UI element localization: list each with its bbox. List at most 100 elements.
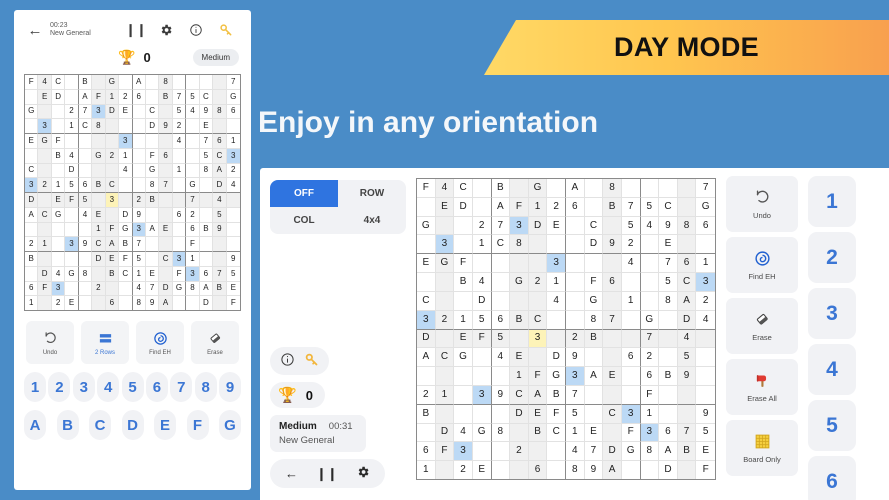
sudoku-cell[interactable]: D: [105, 104, 120, 120]
sudoku-cell[interactable]: [51, 163, 66, 179]
sudoku-cell[interactable]: 6: [226, 104, 240, 120]
sudoku-cell[interactable]: C: [510, 385, 529, 405]
pad-1[interactable]: 1: [808, 176, 856, 227]
sudoku-cell[interactable]: 7: [677, 423, 697, 443]
key-A[interactable]: A: [24, 410, 46, 440]
sudoku-cell[interactable]: 5: [696, 423, 715, 443]
pad-6[interactable]: 6: [808, 456, 856, 500]
sudoku-cell[interactable]: [119, 281, 133, 297]
sudoku-cell[interactable]: E: [226, 281, 240, 297]
sudoku-cell[interactable]: B: [51, 148, 66, 164]
sudoku-cell[interactable]: C: [677, 273, 697, 292]
sudoku-cell[interactable]: [132, 178, 146, 193]
sudoku-cell[interactable]: [435, 273, 455, 292]
sudoku-cell[interactable]: 4: [547, 291, 566, 311]
difficulty-badge[interactable]: Medium: [192, 48, 239, 66]
sudoku-cell[interactable]: 2: [25, 237, 39, 252]
back-arrow-icon[interactable]: ←: [22, 22, 48, 39]
sudoku-cell[interactable]: G: [92, 148, 106, 164]
sudoku-cell[interactable]: 1: [25, 296, 39, 310]
sudoku-cell[interactable]: C: [454, 179, 473, 198]
sudoku-cell[interactable]: B: [659, 367, 678, 386]
sudoku-cell[interactable]: 2: [528, 273, 548, 292]
sudoku-cell[interactable]: [145, 237, 160, 252]
sudoku-cell[interactable]: 6: [172, 207, 187, 223]
sudoku-cell[interactable]: G: [640, 310, 660, 330]
sudoku-cell[interactable]: 1: [417, 461, 436, 479]
sudoku-cell[interactable]: 7: [132, 237, 146, 252]
sudoku-cell[interactable]: [510, 423, 529, 443]
sudoku-cell[interactable]: [78, 296, 93, 310]
sudoku-cell[interactable]: B: [510, 310, 529, 330]
sudoku-cell[interactable]: C: [159, 252, 173, 267]
sudoku-cell[interactable]: 3: [472, 385, 492, 405]
sudoku-cell[interactable]: [226, 119, 240, 134]
sudoku-cell[interactable]: E: [145, 266, 160, 282]
sudoku-cell[interactable]: [119, 75, 133, 90]
sudoku-cell[interactable]: [659, 329, 678, 349]
sudoku-cell[interactable]: 5: [186, 89, 200, 105]
sudoku-cell[interactable]: [566, 310, 585, 330]
sudoku-cell[interactable]: [417, 235, 436, 255]
sudoku-cell[interactable]: [677, 197, 697, 217]
sudoku-cell[interactable]: [105, 163, 120, 179]
sudoku-cell[interactable]: G: [696, 197, 715, 217]
sudoku-cell[interactable]: 5: [199, 148, 214, 164]
sudoku-cell[interactable]: 8: [132, 296, 146, 310]
sudoku-cell[interactable]: 2: [226, 163, 240, 179]
sudoku-cell[interactable]: [454, 235, 473, 255]
sudoku-cell[interactable]: [172, 148, 187, 164]
sudoku-cell[interactable]: 3: [172, 252, 187, 267]
sudoku-cell[interactable]: [417, 423, 436, 443]
sudoku-cell[interactable]: [132, 163, 146, 179]
sudoku-cell[interactable]: E: [25, 134, 39, 149]
sudoku-cell[interactable]: [65, 222, 79, 238]
sudoku-cell[interactable]: [105, 281, 120, 297]
sudoku-cell[interactable]: [528, 254, 548, 274]
key-B[interactable]: B: [56, 410, 79, 440]
sudoku-cell[interactable]: [472, 442, 492, 462]
sudoku-cell[interactable]: [491, 442, 511, 462]
sudoku-cell[interactable]: B: [417, 404, 436, 424]
sudoku-cell[interactable]: 8: [213, 104, 227, 120]
sudoku-cell[interactable]: [584, 348, 604, 368]
sudoku-cell[interactable]: G: [584, 291, 604, 311]
sudoku-cell[interactable]: G: [25, 104, 39, 120]
sudoku-cell[interactable]: 4: [696, 310, 715, 330]
sudoku-cell[interactable]: 1: [172, 163, 187, 179]
pad-4[interactable]: 4: [808, 344, 856, 395]
sudoku-cell[interactable]: [186, 119, 200, 134]
sudoku-cell[interactable]: C: [528, 310, 548, 330]
sudoku-cell[interactable]: [603, 216, 622, 236]
sudoku-cell[interactable]: 7: [213, 266, 227, 282]
sudoku-cell[interactable]: E: [528, 404, 548, 424]
sudoku-cell[interactable]: [454, 291, 473, 311]
sudoku-cell[interactable]: [159, 104, 173, 120]
tool-find-eh-button[interactable]: Find EH: [136, 321, 184, 364]
key-C[interactable]: C: [89, 410, 111, 440]
sudoku-cell[interactable]: [435, 329, 455, 349]
sudoku-cell[interactable]: [491, 461, 511, 479]
sudoku-cell[interactable]: 7: [491, 216, 511, 236]
sudoku-cell[interactable]: 2: [105, 148, 120, 164]
sudoku-cell[interactable]: 9: [584, 461, 604, 479]
sudoku-cell[interactable]: E: [510, 348, 529, 368]
sudoku-cell[interactable]: 8: [92, 119, 106, 134]
sudoku-cell[interactable]: [145, 252, 160, 267]
sudoku-cell[interactable]: [25, 266, 39, 282]
sudoku-cell[interactable]: 5: [640, 197, 660, 217]
sudoku-cell[interactable]: E: [159, 222, 173, 238]
sudoku-cell[interactable]: [640, 273, 660, 292]
gear-icon[interactable]: [151, 23, 181, 37]
sudoku-cell[interactable]: [78, 252, 93, 267]
sudoku-cell[interactable]: [621, 273, 641, 292]
sudoku-cell[interactable]: [491, 254, 511, 274]
sudoku-cell[interactable]: 3: [105, 193, 120, 208]
sudoku-cell[interactable]: 4: [435, 179, 455, 198]
key-5[interactable]: 5: [121, 372, 144, 402]
sudoku-cell[interactable]: F: [640, 385, 660, 405]
sudoku-cell[interactable]: 8: [491, 423, 511, 443]
key-icon[interactable]: [211, 23, 241, 37]
sudoku-cell[interactable]: [528, 442, 548, 462]
sudoku-cell[interactable]: B: [677, 442, 697, 462]
